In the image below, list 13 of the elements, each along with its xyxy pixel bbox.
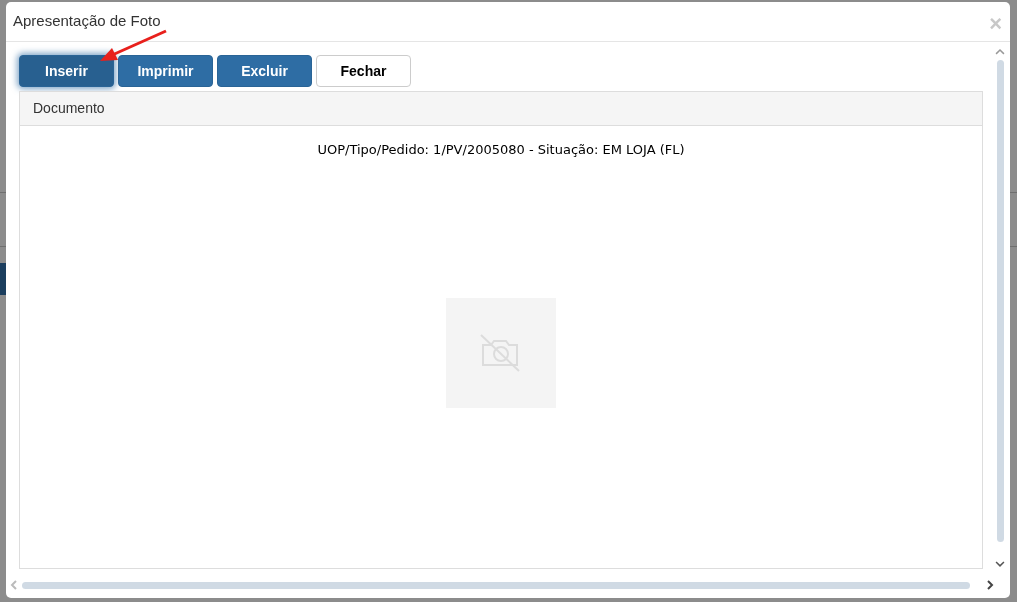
dialog-button[interactable]: Excluir (217, 55, 312, 87)
dialog-title: Apresentação de Foto (13, 11, 161, 32)
panel-heading: Documento (33, 99, 105, 118)
dialog-button[interactable]: Inserir (19, 55, 114, 87)
scroll-left-icon[interactable] (10, 580, 18, 590)
vertical-scrollbar[interactable] (996, 59, 1004, 543)
scroll-up-icon[interactable] (995, 48, 1005, 56)
scroll-down-icon[interactable] (995, 560, 1005, 568)
dialog-button[interactable]: Fechar (316, 55, 411, 87)
dialog-button[interactable]: Imprimir (118, 55, 213, 87)
horizontal-scrollbar[interactable] (22, 581, 970, 589)
order-caption: UOP/Tipo/Pedido: 1/PV/2005080 - Situação: EM LOJA (FL) (317, 141, 685, 159)
scroll-right-icon[interactable] (986, 580, 994, 590)
